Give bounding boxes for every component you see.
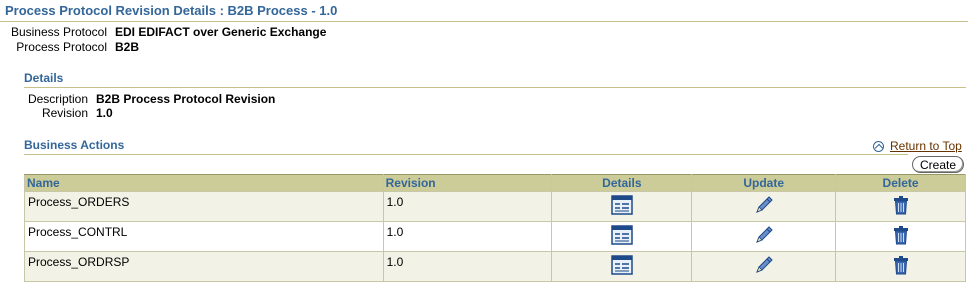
action-revision-cell: 1.0 — [382, 221, 553, 252]
details-cell — [551, 191, 693, 222]
business-actions-table: Name Revision Details Update Delete Proc… — [24, 174, 966, 282]
table-row: Process_CONTRL 1.0 — [24, 221, 966, 252]
column-header-revision: Revision — [382, 174, 553, 192]
delete-cell — [835, 191, 966, 222]
return-to-top-label[interactable]: Return to Top — [890, 139, 962, 153]
business-protocol-label: Business Protocol — [10, 25, 107, 39]
details-divider — [24, 87, 966, 88]
pencil-icon[interactable] — [753, 225, 775, 245]
table-row: Process_ORDERS 1.0 — [24, 191, 966, 222]
description-row: Description B2B Process Protocol Revision — [24, 92, 275, 106]
update-cell — [691, 191, 837, 222]
details-cell — [551, 221, 693, 252]
business-protocol-row: Business Protocol EDI EDIFACT over Generi… — [5, 25, 326, 39]
process-protocol-row: Process Protocol B2B — [5, 40, 139, 54]
column-header-update: Update — [691, 174, 837, 192]
details-section-title: Details — [24, 71, 64, 85]
revision-value: 1.0 — [96, 106, 113, 120]
column-header-details: Details — [551, 174, 693, 192]
column-header-delete: Delete — [835, 174, 966, 192]
details-icon[interactable] — [611, 255, 633, 275]
trash-icon[interactable] — [893, 225, 909, 245]
create-button[interactable]: Create — [912, 156, 964, 173]
delete-cell — [835, 251, 966, 282]
title-divider — [0, 21, 968, 22]
return-to-top-link[interactable]: Return to Top — [873, 139, 962, 153]
revision-label: Revision — [41, 106, 88, 120]
update-cell — [691, 221, 837, 252]
details-icon[interactable] — [611, 195, 633, 215]
action-revision-cell: 1.0 — [382, 251, 553, 282]
pencil-icon[interactable] — [753, 255, 775, 275]
action-revision-cell: 1.0 — [382, 191, 553, 222]
revision-row: Revision 1.0 — [24, 106, 113, 120]
details-icon[interactable] — [611, 225, 633, 245]
action-name-cell: Process_CONTRL — [24, 221, 384, 252]
trash-icon[interactable] — [893, 195, 909, 215]
description-value: B2B Process Protocol Revision — [96, 92, 276, 106]
business-actions-divider — [24, 154, 908, 155]
process-protocol-value: B2B — [115, 40, 140, 54]
pencil-icon[interactable] — [753, 195, 775, 215]
action-name-cell: Process_ORDRSP — [24, 251, 384, 282]
column-header-name: Name — [24, 174, 384, 192]
description-label: Description — [27, 92, 88, 106]
business-protocol-value: EDI EDIFACT over Generic Exchange — [115, 25, 327, 39]
action-name-cell: Process_ORDERS — [24, 191, 384, 222]
table-header-row: Name Revision Details Update Delete — [24, 174, 966, 192]
business-actions-section-title: Business Actions — [24, 138, 125, 152]
up-arrow-icon — [873, 141, 884, 152]
process-protocol-label: Process Protocol — [16, 40, 107, 54]
table-row: Process_ORDRSP 1.0 — [24, 251, 966, 282]
delete-cell — [835, 221, 966, 252]
update-cell — [691, 251, 837, 282]
page-title: Process Protocol Revision Details : B2B … — [5, 3, 338, 18]
trash-icon[interactable] — [893, 255, 909, 275]
details-cell — [551, 251, 693, 282]
